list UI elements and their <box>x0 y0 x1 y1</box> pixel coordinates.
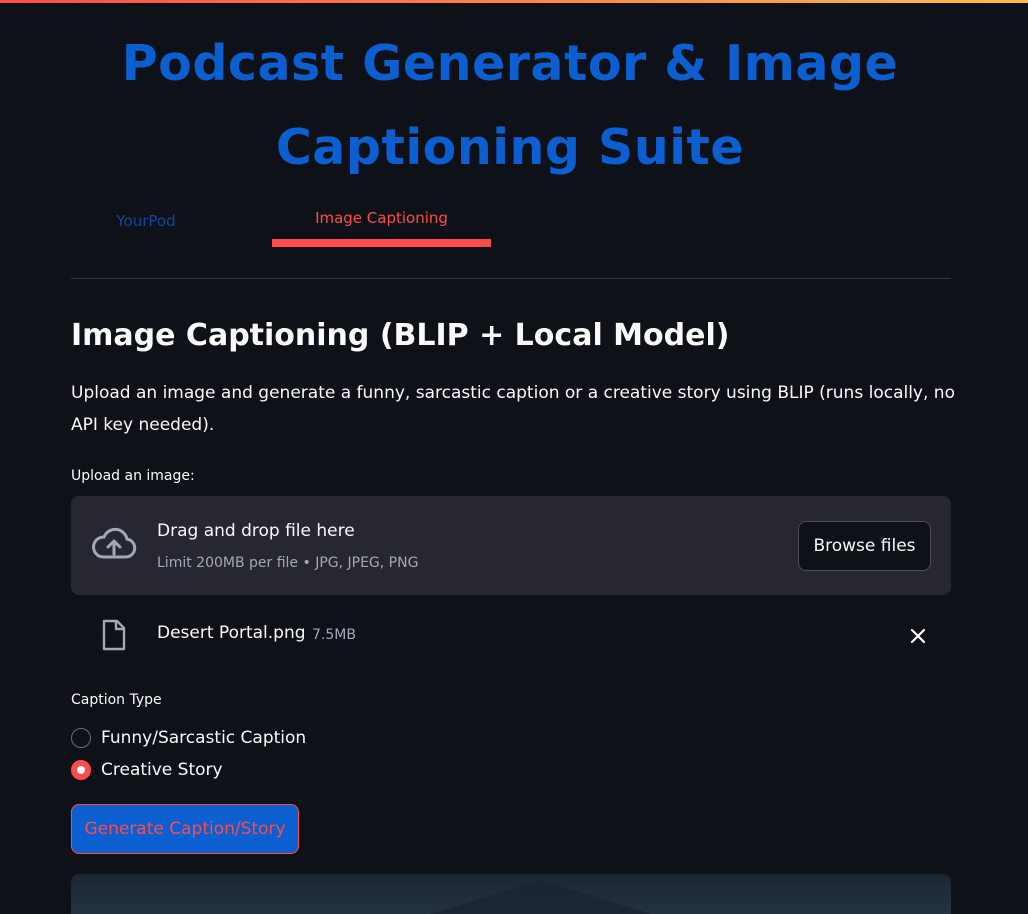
section-title: Image Captioning (BLIP + Local Model) <box>71 318 730 353</box>
radio-option-label: Funny/Sarcastic Caption <box>101 728 307 748</box>
tab-bar: YourPod Image Captioning <box>71 196 951 280</box>
image-preview-mountain <box>411 880 671 914</box>
close-icon[interactable] <box>907 625 929 647</box>
uploaded-file-name: Desert Portal.png <box>157 623 306 643</box>
radio-button-unchecked[interactable] <box>71 728 91 748</box>
uploaded-file-row: Desert Portal.png 7.5MB <box>71 605 951 665</box>
upload-label: Upload an image: <box>71 468 195 484</box>
file-icon <box>102 619 126 651</box>
dropzone-title: Drag and drop file here <box>157 521 355 541</box>
section-description: Upload an image and generate a funny, sa… <box>71 383 955 435</box>
radio-creative-story[interactable]: Creative Story <box>71 756 223 784</box>
active-tab-indicator <box>272 239 491 247</box>
caption-type-label: Caption Type <box>71 692 162 708</box>
file-dropzone[interactable]: Drag and drop file here Limit 200MB per … <box>71 496 951 595</box>
dropzone-limit-text: Limit 200MB per file • JPG, JPEG, PNG <box>157 555 419 571</box>
radio-button-checked[interactable] <box>71 760 91 780</box>
generate-caption-button[interactable]: Generate Caption/Story <box>71 804 299 854</box>
radio-funny-sarcastic[interactable]: Funny/Sarcastic Caption <box>71 724 306 752</box>
cloud-upload-icon <box>92 527 137 559</box>
app-title: Podcast Generator & Image Captioning Sui… <box>121 35 899 176</box>
radio-option-label: Creative Story <box>101 760 223 780</box>
uploaded-file-size: 7.5MB <box>312 627 356 643</box>
browse-files-button[interactable]: Browse files <box>798 521 931 571</box>
top-accent-bar <box>0 0 1028 3</box>
tab-divider <box>71 278 951 279</box>
tab-yourpod[interactable]: YourPod <box>91 199 201 243</box>
tab-image-captioning[interactable]: Image Captioning <box>272 196 491 240</box>
uploaded-image-preview <box>71 874 951 914</box>
